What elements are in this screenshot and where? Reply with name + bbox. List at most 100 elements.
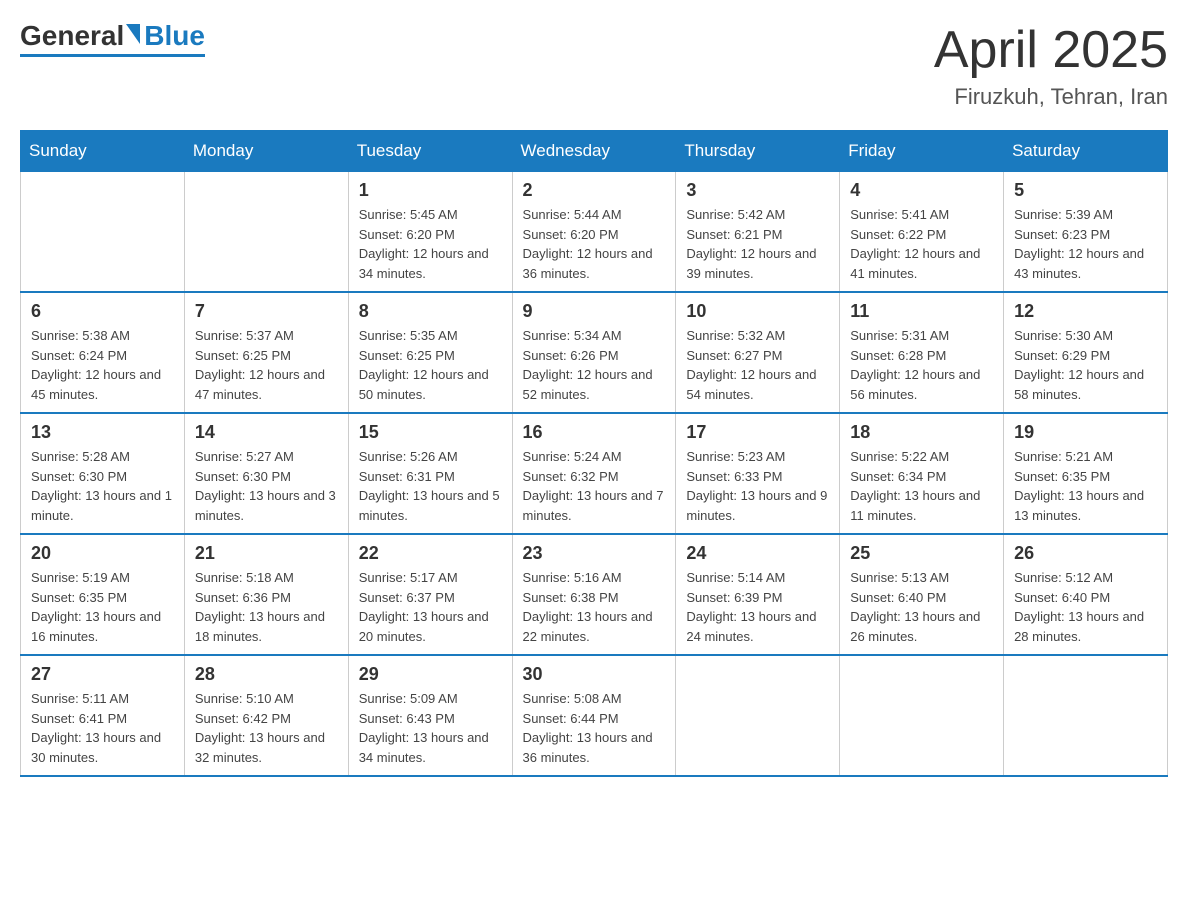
day-number: 1 <box>359 180 502 201</box>
day-number: 17 <box>686 422 829 443</box>
calendar-cell: 19 Sunrise: 5:21 AMSunset: 6:35 PMDayligh… <box>1004 413 1168 534</box>
calendar-cell: 28Sunrise: 5:10 AMSunset: 6:42 PMDayligh… <box>184 655 348 776</box>
day-info: Sunrise: 5:39 AMSunset: 6:23 PMDaylight:… <box>1014 205 1157 283</box>
calendar-cell: 27 Sunrise: 5:11 AMSunset: 6:41 PMDayligh… <box>21 655 185 776</box>
day-number: 19 <box>1014 422 1157 443</box>
page-header: General Blue April 2025 Firuzkuh, Tehran… <box>20 20 1168 110</box>
day-number: 7 <box>195 301 338 322</box>
day-info: Sunrise: 5:26 AMSunset: 6:31 PMDaylight:… <box>359 447 502 525</box>
day-info: Sunrise: 5:41 AMSunset: 6:22 PMDaylight:… <box>850 205 993 283</box>
calendar-cell: 22 Sunrise: 5:17 AMSunset: 6:37 PMDayligh… <box>348 534 512 655</box>
calendar-cell: 15 Sunrise: 5:26 AMSunset: 6:31 PMDayligh… <box>348 413 512 534</box>
calendar-cell: 17 Sunrise: 5:23 AMSunset: 6:33 PMDayligh… <box>676 413 840 534</box>
month-title: April 2025 <box>934 20 1168 80</box>
day-number: 2 <box>523 180 666 201</box>
day-info: Sunrise: 5:16 AMSunset: 6:38 PMDaylight:… <box>523 568 666 646</box>
day-number: 4 <box>850 180 993 201</box>
day-info: Sunrise: 5:21 AMSunset: 6:35 PMDaylight:… <box>1014 447 1157 525</box>
day-info: Sunrise: 5:37 AMSunset: 6:25 PMDaylight:… <box>195 326 338 404</box>
calendar-cell: 7 Sunrise: 5:37 AMSunset: 6:25 PMDaylight… <box>184 292 348 413</box>
calendar-cell: 16 Sunrise: 5:24 AMSunset: 6:32 PMDayligh… <box>512 413 676 534</box>
day-info: Sunrise: 5:22 AMSunset: 6:34 PMDaylight:… <box>850 447 993 525</box>
day-info: Sunrise: 5:30 AMSunset: 6:29 PMDaylight:… <box>1014 326 1157 404</box>
day-number: 26 <box>1014 543 1157 564</box>
day-info: Sunrise: 5:28 AMSunset: 6:30 PMDaylight:… <box>31 447 174 525</box>
day-info: Sunrise: 5:32 AMSunset: 6:27 PMDaylight:… <box>686 326 829 404</box>
calendar-week-row: 27 Sunrise: 5:11 AMSunset: 6:41 PMDayligh… <box>21 655 1168 776</box>
day-number: 27 <box>31 664 174 685</box>
day-of-week-header: Wednesday <box>512 131 676 172</box>
day-info: Sunrise: 5:08 AMSunset: 6:44 PMDaylight:… <box>523 689 666 767</box>
calendar-cell: 2 Sunrise: 5:44 AMSunset: 6:20 PMDaylight… <box>512 172 676 293</box>
calendar-cell: 9 Sunrise: 5:34 AMSunset: 6:26 PMDaylight… <box>512 292 676 413</box>
day-number: 25 <box>850 543 993 564</box>
day-number: 3 <box>686 180 829 201</box>
day-info: Sunrise: 5:18 AMSunset: 6:36 PMDaylight:… <box>195 568 338 646</box>
calendar-cell: 12 Sunrise: 5:30 AMSunset: 6:29 PMDayligh… <box>1004 292 1168 413</box>
calendar-cell: 26 Sunrise: 5:12 AMSunset: 6:40 PMDayligh… <box>1004 534 1168 655</box>
calendar-cell: 23 Sunrise: 5:16 AMSunset: 6:38 PMDayligh… <box>512 534 676 655</box>
day-info: Sunrise: 5:24 AMSunset: 6:32 PMDaylight:… <box>523 447 666 525</box>
logo-general-text: General <box>20 20 124 52</box>
day-info: Sunrise: 5:27 AMSunset: 6:30 PMDaylight:… <box>195 447 338 525</box>
logo-blue-text: Blue <box>144 20 205 52</box>
calendar-cell <box>676 655 840 776</box>
day-of-week-header: Friday <box>840 131 1004 172</box>
day-number: 23 <box>523 543 666 564</box>
day-of-week-header: Saturday <box>1004 131 1168 172</box>
day-info: Sunrise: 5:31 AMSunset: 6:28 PMDaylight:… <box>850 326 993 404</box>
day-number: 14 <box>195 422 338 443</box>
title-section: April 2025 Firuzkuh, Tehran, Iran <box>934 20 1168 110</box>
day-number: 21 <box>195 543 338 564</box>
day-number: 12 <box>1014 301 1157 322</box>
calendar-cell: 25Sunrise: 5:13 AMSunset: 6:40 PMDayligh… <box>840 534 1004 655</box>
day-of-week-header: Thursday <box>676 131 840 172</box>
day-info: Sunrise: 5:12 AMSunset: 6:40 PMDaylight:… <box>1014 568 1157 646</box>
day-info: Sunrise: 5:42 AMSunset: 6:21 PMDaylight:… <box>686 205 829 283</box>
calendar-table: SundayMondayTuesdayWednesdayThursdayFrid… <box>20 130 1168 777</box>
calendar-week-row: 1 Sunrise: 5:45 AMSunset: 6:20 PMDaylight… <box>21 172 1168 293</box>
day-number: 11 <box>850 301 993 322</box>
calendar-header-row: SundayMondayTuesdayWednesdayThursdayFrid… <box>21 131 1168 172</box>
calendar-cell: 11 Sunrise: 5:31 AMSunset: 6:28 PMDayligh… <box>840 292 1004 413</box>
calendar-cell: 14 Sunrise: 5:27 AMSunset: 6:30 PMDayligh… <box>184 413 348 534</box>
day-info: Sunrise: 5:23 AMSunset: 6:33 PMDaylight:… <box>686 447 829 525</box>
day-info: Sunrise: 5:17 AMSunset: 6:37 PMDaylight:… <box>359 568 502 646</box>
day-info: Sunrise: 5:34 AMSunset: 6:26 PMDaylight:… <box>523 326 666 404</box>
calendar-cell: 13Sunrise: 5:28 AMSunset: 6:30 PMDayligh… <box>21 413 185 534</box>
day-number: 8 <box>359 301 502 322</box>
day-number: 15 <box>359 422 502 443</box>
day-info: Sunrise: 5:11 AMSunset: 6:41 PMDaylight:… <box>31 689 174 767</box>
calendar-cell: 6 Sunrise: 5:38 AMSunset: 6:24 PMDaylight… <box>21 292 185 413</box>
calendar-cell: 18 Sunrise: 5:22 AMSunset: 6:34 PMDayligh… <box>840 413 1004 534</box>
calendar-week-row: 6 Sunrise: 5:38 AMSunset: 6:24 PMDaylight… <box>21 292 1168 413</box>
calendar-cell <box>21 172 185 293</box>
day-number: 16 <box>523 422 666 443</box>
calendar-cell: 20 Sunrise: 5:19 AMSunset: 6:35 PMDayligh… <box>21 534 185 655</box>
day-info: Sunrise: 5:19 AMSunset: 6:35 PMDaylight:… <box>31 568 174 646</box>
calendar-cell: 8 Sunrise: 5:35 AMSunset: 6:25 PMDaylight… <box>348 292 512 413</box>
calendar-cell: 4 Sunrise: 5:41 AMSunset: 6:22 PMDaylight… <box>840 172 1004 293</box>
logo: General Blue <box>20 20 205 57</box>
day-info: Sunrise: 5:35 AMSunset: 6:25 PMDaylight:… <box>359 326 502 404</box>
day-number: 6 <box>31 301 174 322</box>
day-info: Sunrise: 5:38 AMSunset: 6:24 PMDaylight:… <box>31 326 174 404</box>
calendar-cell <box>184 172 348 293</box>
calendar-week-row: 13Sunrise: 5:28 AMSunset: 6:30 PMDayligh… <box>21 413 1168 534</box>
calendar-cell <box>840 655 1004 776</box>
calendar-cell: 29 Sunrise: 5:09 AMSunset: 6:43 PMDayligh… <box>348 655 512 776</box>
calendar-cell: 24Sunrise: 5:14 AMSunset: 6:39 PMDayligh… <box>676 534 840 655</box>
day-info: Sunrise: 5:14 AMSunset: 6:39 PMDaylight:… <box>686 568 829 646</box>
day-number: 10 <box>686 301 829 322</box>
day-info: Sunrise: 5:45 AMSunset: 6:20 PMDaylight:… <box>359 205 502 283</box>
day-number: 29 <box>359 664 502 685</box>
day-info: Sunrise: 5:44 AMSunset: 6:20 PMDaylight:… <box>523 205 666 283</box>
day-number: 9 <box>523 301 666 322</box>
calendar-cell: 3 Sunrise: 5:42 AMSunset: 6:21 PMDaylight… <box>676 172 840 293</box>
day-number: 28 <box>195 664 338 685</box>
day-info: Sunrise: 5:09 AMSunset: 6:43 PMDaylight:… <box>359 689 502 767</box>
day-of-week-header: Sunday <box>21 131 185 172</box>
day-number: 18 <box>850 422 993 443</box>
day-number: 22 <box>359 543 502 564</box>
day-number: 20 <box>31 543 174 564</box>
